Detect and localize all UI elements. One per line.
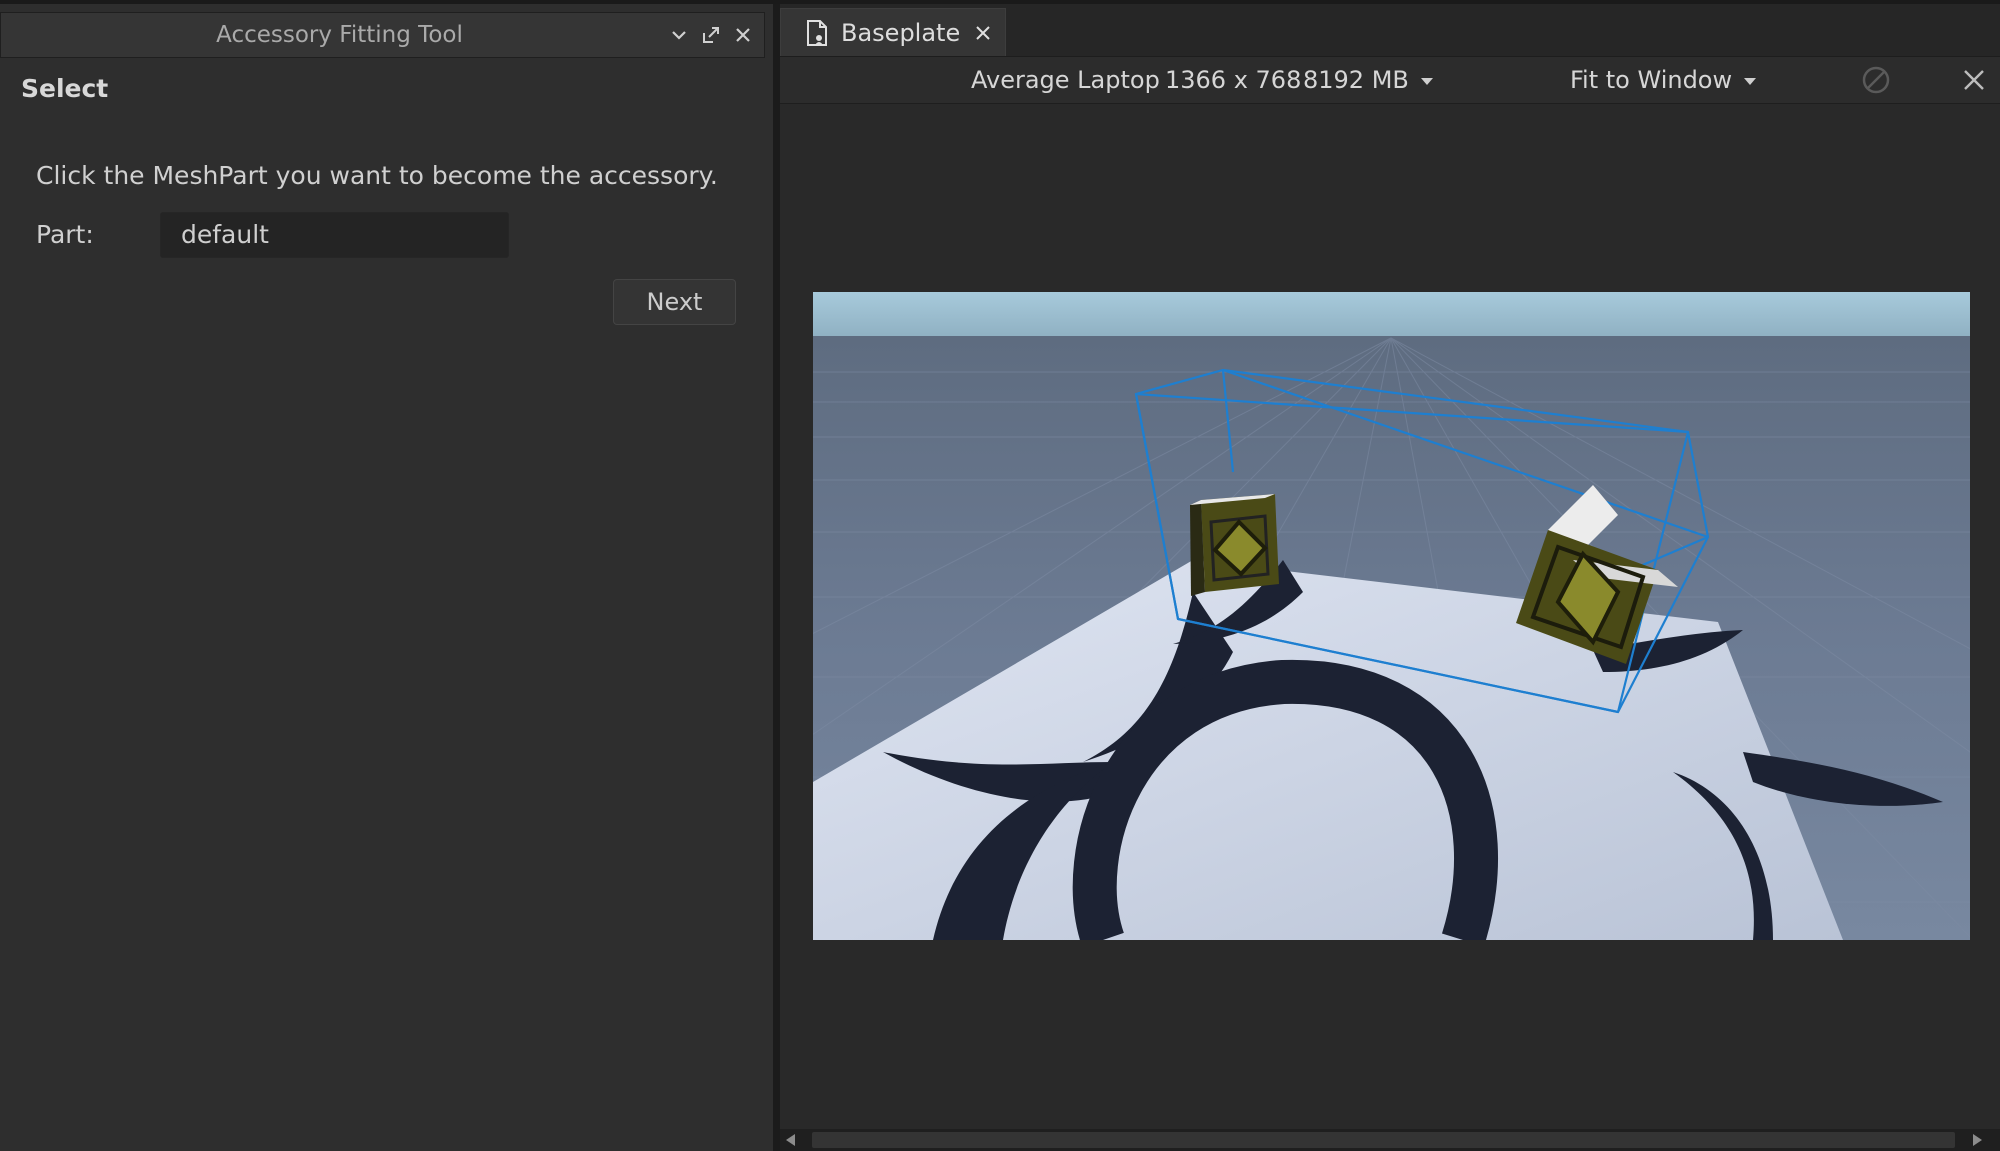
book-left	[1190, 494, 1279, 596]
tab-label: Baseplate	[841, 18, 961, 47]
close-icon[interactable]	[974, 24, 992, 42]
device-selector[interactable]: Average Laptop	[971, 57, 1160, 103]
document-tabbar: Baseplate	[780, 4, 2000, 57]
undock-icon[interactable]	[697, 21, 725, 49]
panel-title: Accessory Fitting Tool	[216, 22, 463, 48]
device-emulation-bar: Average Laptop 1366 x 768 8192 MB Fit to…	[780, 57, 2000, 104]
scrollbar-thumb[interactable]	[812, 1132, 1955, 1148]
caret-down-icon	[1420, 77, 1433, 85]
memory-label: 8192 MB	[1303, 66, 1409, 94]
fit-mode-label: Fit to Window	[1570, 66, 1733, 94]
part-field[interactable]: default	[160, 212, 509, 258]
sky	[813, 292, 1970, 338]
panel-titlebar[interactable]: Accessory Fitting Tool	[0, 12, 765, 58]
document-icon	[807, 19, 827, 46]
scroll-right-icon[interactable]	[1973, 1134, 1982, 1146]
3d-viewport[interactable]	[813, 292, 1970, 940]
accessory-fitting-tool-panel: Accessory Fitting Tool Select Click the …	[0, 4, 774, 1151]
close-icon[interactable]	[729, 21, 757, 49]
rotate-disabled-icon[interactable]	[1861, 65, 1891, 95]
horizontal-scrollbar[interactable]	[780, 1129, 2000, 1151]
instruction-text: Click the MeshPart you want to become th…	[36, 161, 718, 190]
caret-down-icon	[1744, 77, 1757, 85]
scene-render	[813, 292, 1970, 940]
viewport-panel: Baseplate Average Laptop 1366 x 768 8192…	[780, 4, 2000, 1151]
chevron-down-icon[interactable]	[665, 21, 693, 49]
part-label: Part:	[36, 220, 94, 249]
panel-splitter[interactable]	[773, 4, 780, 1151]
section-header: Select	[21, 74, 109, 103]
memory-selector[interactable]: 8192 MB	[1303, 57, 1433, 103]
resolution-label: 1366 x 768	[1165, 66, 1302, 94]
tab-baseplate[interactable]: Baseplate	[780, 8, 1006, 56]
scroll-left-icon[interactable]	[786, 1134, 795, 1146]
close-icon[interactable]	[1961, 67, 1987, 93]
next-button[interactable]: Next	[613, 279, 736, 325]
fit-mode-selector[interactable]: Fit to Window	[1570, 57, 1757, 103]
